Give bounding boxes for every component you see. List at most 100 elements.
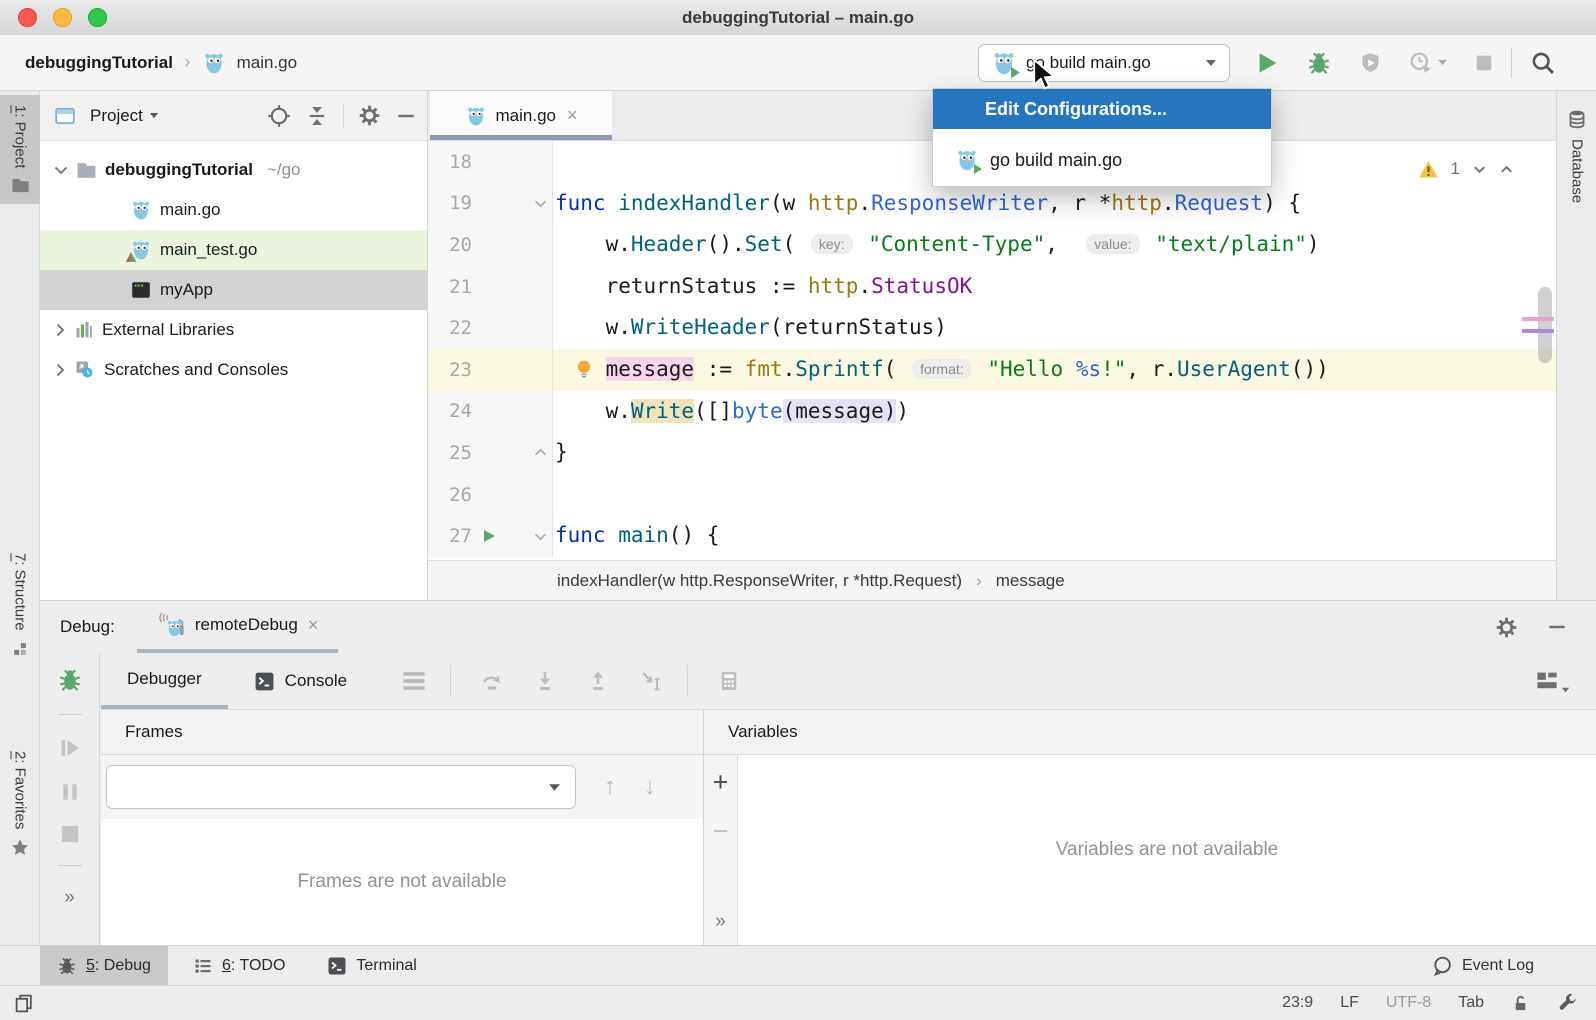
run-config-gopher-icon: [991, 50, 1017, 76]
breadcrumb-project[interactable]: debuggingTutorial: [25, 53, 173, 73]
tree-label: main_test.go: [160, 240, 257, 260]
run-to-cursor-icon[interactable]: [639, 669, 663, 693]
evaluate-expression-icon[interactable]: [717, 669, 741, 693]
breadcrumb-function[interactable]: indexHandler(w http.ResponseWriter, r *h…: [557, 571, 962, 591]
thread-selector[interactable]: [106, 765, 576, 809]
run-configuration-selector[interactable]: go build main.go: [978, 44, 1230, 82]
lock-icon[interactable]: [1511, 994, 1530, 1013]
line-ending[interactable]: LF: [1340, 994, 1359, 1012]
toolwindow-tab-debug[interactable]: 5: Debug: [40, 946, 168, 985]
stop-button[interactable]: [1475, 54, 1493, 72]
code-line-22[interactable]: 22 w.WriteHeader(returnStatus): [428, 307, 1556, 349]
step-into-icon[interactable]: [533, 669, 557, 693]
next-warning-icon[interactable]: [1472, 162, 1487, 177]
collapse-all-icon[interactable]: [305, 104, 329, 128]
restore-layout-icon[interactable]: [1535, 669, 1570, 693]
tab-debugger[interactable]: Debugger: [101, 653, 228, 709]
frame-down-icon[interactable]: ↓: [644, 773, 656, 801]
breadcrumb-file[interactable]: main.go: [237, 53, 297, 73]
tab-console[interactable]: Console: [228, 653, 373, 709]
code-line-25[interactable]: 25}: [428, 432, 1556, 474]
project-stripe-label: 1: Project: [12, 105, 29, 168]
gear-icon[interactable]: [358, 104, 381, 127]
chevron-collapsed-icon[interactable]: [55, 363, 66, 377]
structure-stripe-label: 7: Structure: [12, 553, 29, 631]
search-everywhere-icon[interactable]: [1530, 50, 1556, 76]
code-line-19[interactable]: 19func indexHandler(w http.ResponseWrite…: [428, 183, 1556, 225]
sidebar-item-database[interactable]: Database: [1557, 99, 1596, 213]
more-actions-icon[interactable]: »: [715, 911, 726, 933]
editor-tab-main-go[interactable]: main.go ×: [430, 91, 612, 140]
warning-icon[interactable]: [1418, 160, 1439, 179]
project-view-selector[interactable]: Project: [90, 106, 159, 126]
go-file-icon: [130, 199, 152, 221]
toolwindow-tab-terminal[interactable]: Terminal: [310, 946, 433, 985]
stop-button[interactable]: [60, 824, 80, 844]
locate-file-icon[interactable]: [267, 104, 291, 128]
indent-style[interactable]: Tab: [1458, 994, 1484, 1012]
editor-scrollbar[interactable]: [1538, 287, 1552, 363]
libraries-icon: [74, 320, 94, 340]
pause-button[interactable]: [59, 781, 81, 803]
code-line-20[interactable]: 20 w.Header().Set( key: "Content-Type", …: [428, 224, 1556, 266]
tree-row-main-go[interactable]: main.go: [40, 190, 427, 230]
scrollbar-annotation-pink: [1522, 317, 1554, 321]
run-with-coverage-button[interactable]: [1359, 51, 1382, 75]
chevron-collapsed-icon[interactable]: [55, 323, 66, 337]
database-stripe-label: Database: [1569, 139, 1586, 203]
menu-item-go-build[interactable]: go build main.go: [933, 140, 1271, 180]
project-panel-header: Project: [40, 91, 427, 141]
step-out-icon[interactable]: [586, 669, 610, 693]
tree-row-external-libraries[interactable]: External Libraries: [40, 310, 427, 350]
warning-count[interactable]: 1: [1451, 159, 1460, 179]
prev-warning-icon[interactable]: [1499, 162, 1514, 177]
frame-up-icon[interactable]: ↑: [604, 773, 616, 801]
tree-row-scratches[interactable]: Scratches and Consoles: [40, 350, 427, 390]
frames-toolbar: ↑ ↓: [101, 755, 703, 819]
chevron-expanded-icon[interactable]: [54, 166, 68, 175]
toolbar-divider: [687, 665, 688, 697]
layout-options-icon[interactable]: [402, 671, 426, 691]
tree-row-myapp[interactable]: myApp: [40, 270, 427, 310]
debug-session-label: remoteDebug: [195, 615, 298, 635]
run-button[interactable]: [1257, 51, 1279, 75]
menu-item-edit-configurations[interactable]: Edit Configurations...: [933, 89, 1271, 129]
sidebar-item-favorites[interactable]: 2: Favorites: [0, 741, 40, 867]
code-line-24[interactable]: 24 w.Write([]byte(message)): [428, 391, 1556, 433]
hide-panel-icon[interactable]: [1546, 616, 1568, 638]
step-over-icon[interactable]: [480, 669, 504, 693]
code-line-27[interactable]: 27func main() {: [428, 515, 1556, 557]
code-editor[interactable]: 1 1819func indexHandler(w http.ResponseW…: [428, 141, 1556, 560]
code-line-21[interactable]: 21 returnStatus := http.StatusOK: [428, 266, 1556, 308]
tree-row-project-root[interactable]: debuggingTutorial ~/go: [40, 150, 427, 190]
fold-marker-icon[interactable]: [534, 197, 547, 210]
code-line-23[interactable]: 23 message := fmt.Sprintf( format: "Hell…: [428, 349, 1556, 391]
run-main-icon[interactable]: [481, 528, 497, 544]
gear-icon[interactable]: [1495, 616, 1518, 639]
file-encoding[interactable]: UTF-8: [1386, 994, 1431, 1012]
event-log-button[interactable]: Event Log: [1431, 955, 1596, 977]
sidebar-item-structure[interactable]: 7: Structure: [0, 543, 40, 668]
profiler-button[interactable]: [1409, 51, 1448, 74]
debug-button[interactable]: [1306, 50, 1332, 76]
fold-marker-icon[interactable]: [534, 530, 547, 543]
tree-row-main-test-go[interactable]: main_test.go: [40, 230, 427, 270]
toolwindow-tab-todo[interactable]: 6: TODO: [176, 946, 302, 985]
remove-watch-icon[interactable]: −: [713, 818, 729, 845]
fold-marker-icon[interactable]: [534, 446, 547, 459]
debug-session-tab[interactable]: remoteDebug ×: [137, 601, 339, 653]
sidebar-item-project[interactable]: 1: Project: [0, 95, 40, 204]
add-watch-icon[interactable]: +: [713, 769, 729, 796]
close-tab-icon[interactable]: ×: [567, 105, 578, 126]
editor-breadcrumbs: indexHandler(w http.ResponseWriter, r *h…: [428, 560, 1556, 600]
breadcrumb-element[interactable]: message: [996, 571, 1065, 591]
code-line-26[interactable]: 26: [428, 474, 1556, 516]
hide-panel-icon[interactable]: [395, 105, 417, 127]
wrench-icon[interactable]: [1557, 993, 1578, 1014]
more-actions-icon[interactable]: »: [64, 887, 75, 909]
caret-position[interactable]: 23:9: [1282, 994, 1313, 1012]
intention-bulb-icon[interactable]: [573, 358, 595, 380]
close-session-icon[interactable]: ×: [308, 615, 319, 636]
toolwindow-switcher-icon[interactable]: [14, 993, 35, 1014]
resume-button[interactable]: [58, 736, 82, 760]
